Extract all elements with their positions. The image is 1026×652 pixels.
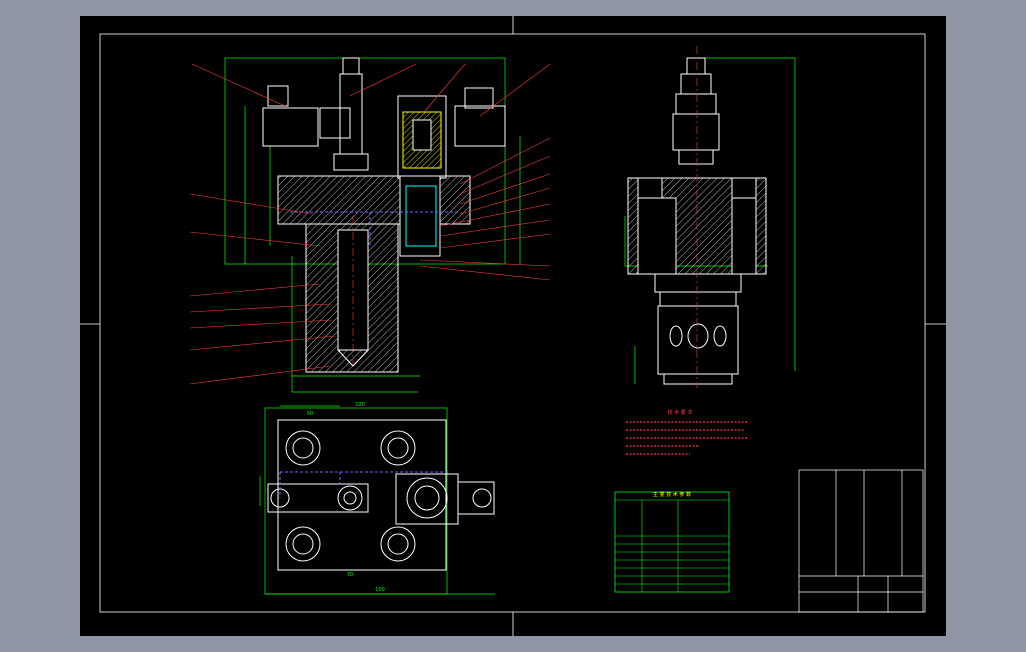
parameter-table: 主 要 技 术 参 数	[614, 491, 730, 593]
plan-bottom-dim: 100	[375, 587, 385, 593]
notes-title: 技 术 要 求	[668, 409, 693, 416]
plan-inner-dim: 70	[347, 572, 353, 578]
cad-drawing-sheet: 120 50 100 70 技 术 要 求 主 要 技 术 参 数	[80, 16, 946, 636]
front-section-view	[189, 57, 551, 393]
title-block	[798, 469, 924, 613]
technical-notes: 技 术 要 求	[626, 409, 748, 455]
side-view	[624, 46, 796, 388]
drawing-canvas: 120 50 100 70 技 术 要 求 主 要 技 术 参 数	[80, 16, 946, 636]
plan-view: 120 50 100 70	[259, 402, 495, 595]
plan-top-dim: 50	[307, 411, 313, 417]
sheet-frame	[80, 16, 946, 636]
parameter-table-title: 主 要 技 术 参 数	[653, 491, 691, 498]
plan-width-dim: 120	[355, 402, 365, 408]
